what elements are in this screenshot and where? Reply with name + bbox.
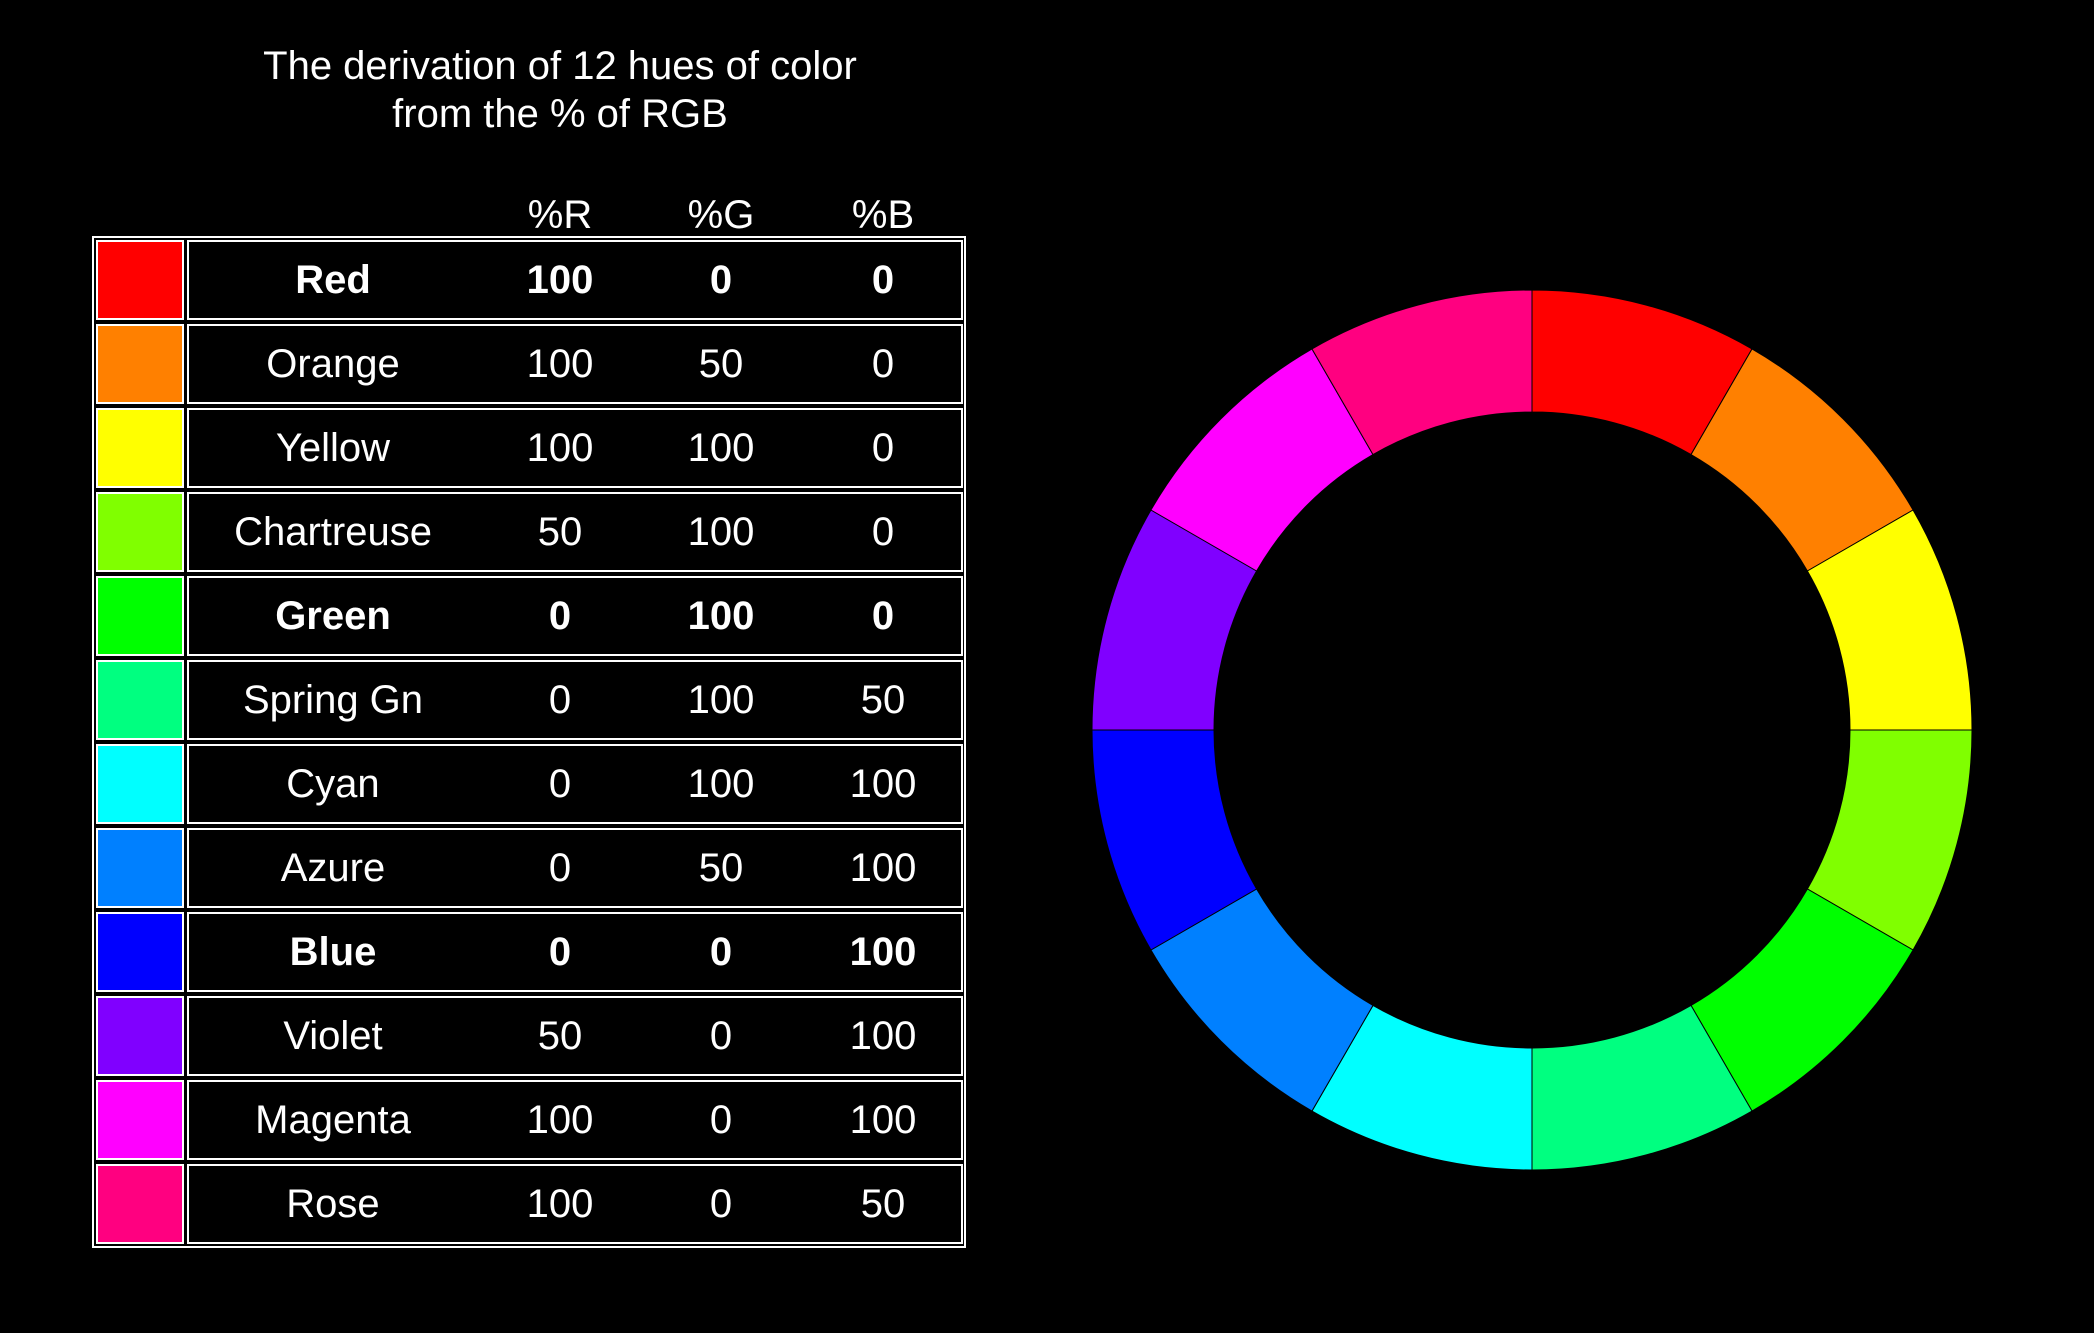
color-swatch xyxy=(96,912,184,992)
green-percent-cell: 50 xyxy=(698,846,744,890)
red-percent-cell: 0 xyxy=(548,846,572,890)
color-swatch xyxy=(96,324,184,404)
hue-name-cell: Red xyxy=(295,258,371,302)
green-percent-cell: 100 xyxy=(687,678,755,722)
blue-percent-cell: 50 xyxy=(860,1182,906,1226)
red-percent-cell: 100 xyxy=(526,1098,594,1142)
column-header-r: %R xyxy=(527,193,593,237)
blue-percent-cell: 0 xyxy=(871,594,895,638)
green-percent-cell: 0 xyxy=(709,1182,733,1226)
red-percent-cell: 0 xyxy=(548,678,572,722)
blue-percent-cell: 0 xyxy=(871,426,895,470)
green-percent-cell: 100 xyxy=(687,594,755,638)
column-header-g: %G xyxy=(687,193,755,237)
color-swatch xyxy=(96,1080,184,1160)
hue-name-cell: Orange xyxy=(266,342,400,386)
green-percent-cell: 100 xyxy=(687,426,755,470)
red-percent-cell: 100 xyxy=(526,1182,594,1226)
hue-name-cell: Rose xyxy=(286,1182,380,1226)
color-swatch xyxy=(96,1164,184,1244)
blue-percent-cell: 100 xyxy=(849,1014,917,1058)
hue-name-cell: Blue xyxy=(289,930,377,974)
color-swatch xyxy=(96,492,184,572)
green-percent-cell: 0 xyxy=(709,1014,733,1058)
green-percent-cell: 50 xyxy=(698,342,744,386)
red-percent-cell: 0 xyxy=(548,930,572,974)
color-swatch xyxy=(96,744,184,824)
green-percent-cell: 0 xyxy=(709,258,733,302)
green-percent-cell: 0 xyxy=(709,930,733,974)
red-percent-cell: 50 xyxy=(537,510,583,554)
blue-percent-cell: 100 xyxy=(849,1098,917,1142)
color-swatch xyxy=(96,828,184,908)
column-headers: %R %G %B xyxy=(0,190,1000,240)
blue-percent-cell: 50 xyxy=(860,678,906,722)
red-percent-cell: 0 xyxy=(548,594,572,638)
green-percent-cell: 100 xyxy=(687,762,755,806)
hue-name-cell: Azure xyxy=(280,846,386,890)
blue-percent-cell: 0 xyxy=(871,342,895,386)
blue-percent-cell: 100 xyxy=(849,846,917,890)
green-percent-cell: 0 xyxy=(709,1098,733,1142)
color-swatch xyxy=(96,240,184,320)
table-row: Rose 100 0 50 xyxy=(0,1164,2094,1248)
hue-name-cell: Cyan xyxy=(286,762,380,806)
red-percent-cell: 100 xyxy=(526,342,594,386)
color-swatch xyxy=(96,408,184,488)
red-percent-cell: 100 xyxy=(526,258,594,302)
color-wheel xyxy=(1091,289,1973,1171)
blue-percent-cell: 100 xyxy=(849,930,917,974)
hue-name-cell: Spring Gn xyxy=(242,678,424,722)
title-line-2: from the % of RGB xyxy=(392,92,728,136)
blue-percent-cell: 0 xyxy=(871,510,895,554)
blue-percent-cell: 100 xyxy=(849,762,917,806)
color-swatch xyxy=(96,996,184,1076)
blue-percent-cell: 0 xyxy=(871,258,895,302)
hue-name-cell: Violet xyxy=(283,1014,383,1058)
hue-name-cell: Green xyxy=(275,594,391,638)
color-swatch xyxy=(96,660,184,740)
hue-name-cell: Chartreuse xyxy=(234,510,432,554)
color-swatch xyxy=(96,576,184,656)
red-percent-cell: 100 xyxy=(526,426,594,470)
hue-name-cell: Magenta xyxy=(255,1098,411,1142)
hue-name-cell: Yellow xyxy=(275,426,391,470)
red-percent-cell: 50 xyxy=(537,1014,583,1058)
title-line-1: The derivation of 12 hues of color xyxy=(263,44,857,88)
diagram-title: The derivation of 12 hues of color from … xyxy=(60,42,1060,138)
green-percent-cell: 100 xyxy=(687,510,755,554)
column-header-b: %B xyxy=(851,193,915,237)
red-percent-cell: 0 xyxy=(548,762,572,806)
